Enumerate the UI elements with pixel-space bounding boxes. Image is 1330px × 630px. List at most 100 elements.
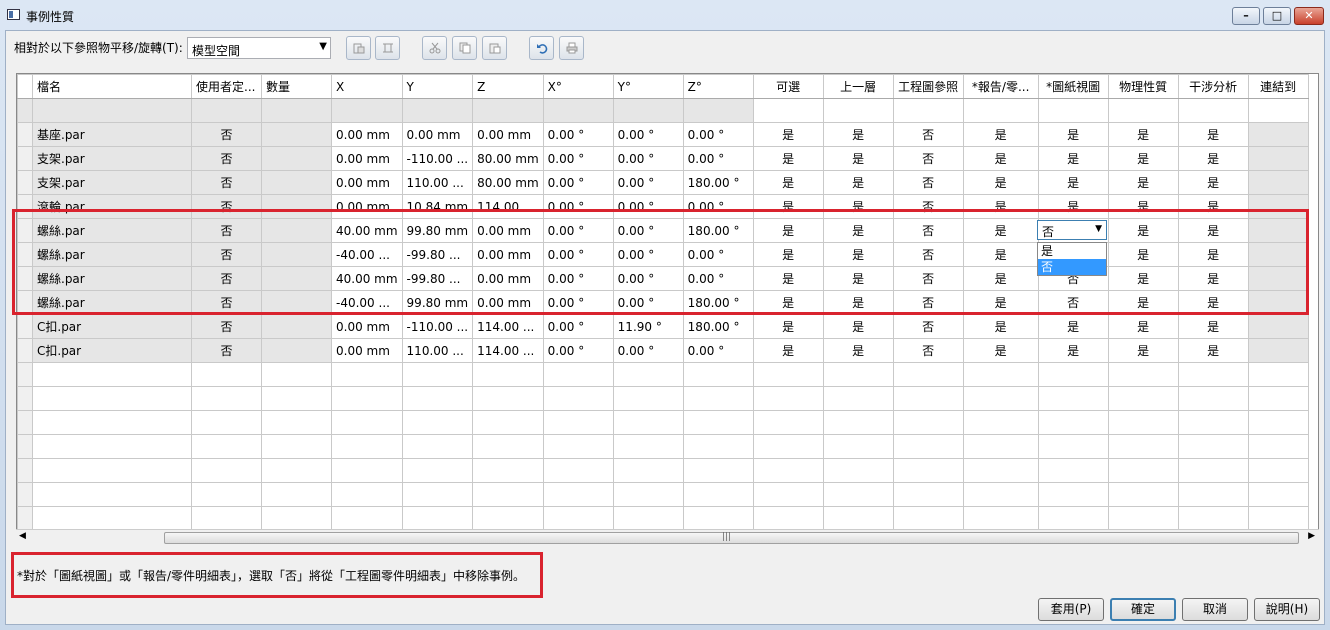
help-button[interactable]: 說明(H) bbox=[1254, 598, 1320, 621]
table-cell[interactable]: 0.00 ° bbox=[542, 146, 614, 171]
table-cell[interactable]: 是 bbox=[962, 314, 1039, 339]
table-cell[interactable]: 是 bbox=[1107, 146, 1179, 171]
paste-button[interactable] bbox=[482, 36, 507, 60]
table-cell[interactable]: 0.00 ° bbox=[682, 122, 754, 147]
paste-special-button[interactable] bbox=[346, 36, 371, 60]
table-cell[interactable]: 是 bbox=[822, 170, 894, 195]
table-cell[interactable]: 是 bbox=[1037, 314, 1109, 339]
table-cell[interactable]: 是 bbox=[822, 338, 894, 363]
table-cell[interactable]: 110.00 ... bbox=[401, 338, 474, 363]
column-header[interactable]: 使用者定... bbox=[191, 74, 262, 99]
ok-button[interactable]: 確定 bbox=[1110, 598, 1176, 621]
table-cell[interactable]: 是 bbox=[1107, 338, 1179, 363]
table-cell[interactable]: 是 bbox=[752, 146, 824, 171]
table-cell[interactable]: 0.00 ° bbox=[682, 338, 754, 363]
filter-cell[interactable] bbox=[32, 98, 192, 123]
filter-cell[interactable] bbox=[892, 98, 964, 123]
table-cell[interactable]: 0.00 mm bbox=[331, 314, 403, 339]
print-button[interactable] bbox=[559, 36, 584, 60]
column-header[interactable]: 物理性質 bbox=[1107, 74, 1179, 99]
filter-cell[interactable] bbox=[612, 98, 684, 123]
row-header[interactable] bbox=[17, 338, 33, 363]
column-header[interactable]: *報告/零... bbox=[962, 74, 1039, 99]
table-row[interactable]: C扣.par 否 0.00 mm 110.00 ... 114.00 ... 0.00 °… bbox=[17, 338, 1309, 363]
table-cell[interactable] bbox=[261, 338, 332, 363]
row-header[interactable] bbox=[17, 170, 33, 195]
table-cell[interactable]: 是 bbox=[1177, 122, 1249, 147]
column-header[interactable]: 上一層 bbox=[822, 74, 894, 99]
table-cell[interactable] bbox=[1247, 314, 1309, 339]
table-cell[interactable] bbox=[1247, 146, 1309, 171]
filter-cell[interactable] bbox=[1247, 98, 1309, 123]
column-header[interactable]: Z° bbox=[682, 74, 754, 99]
filter-cell[interactable] bbox=[822, 98, 894, 123]
table-cell[interactable]: 是 bbox=[1037, 338, 1109, 363]
table-cell[interactable] bbox=[1247, 338, 1309, 363]
filter-cell[interactable] bbox=[472, 98, 544, 123]
column-header[interactable]: 數量 bbox=[261, 74, 332, 99]
table-cell[interactable]: 0.00 ° bbox=[542, 122, 614, 147]
table-cell[interactable] bbox=[261, 170, 332, 195]
table-row[interactable]: 支架.par 否 0.00 mm 110.00 ... 80.00 mm 0.00 ° 0.… bbox=[17, 170, 1309, 195]
table-cell[interactable]: 是 bbox=[822, 146, 894, 171]
reference-combo[interactable]: 模型空間 ▼ bbox=[187, 37, 331, 59]
table-cell[interactable]: 是 bbox=[1177, 338, 1249, 363]
table-cell[interactable]: 是 bbox=[962, 338, 1039, 363]
table-cell[interactable]: 否 bbox=[191, 170, 262, 195]
scroll-left-icon[interactable]: ◀ bbox=[19, 531, 26, 541]
table-row[interactable]: 支架.par 否 0.00 mm -110.00 ... 80.00 mm 0.00 ° 0… bbox=[17, 146, 1309, 171]
column-header[interactable]: Y bbox=[401, 74, 474, 99]
column-header[interactable]: Z bbox=[472, 74, 544, 99]
table-cell[interactable] bbox=[261, 146, 332, 171]
table-cell[interactable]: -110.00 ... bbox=[401, 314, 474, 339]
column-header[interactable]: 檔名 bbox=[32, 74, 192, 99]
scrollbar-thumb[interactable]: ||| bbox=[164, 532, 1299, 544]
table-cell[interactable]: 否 bbox=[892, 314, 964, 339]
table-cell[interactable]: 0.00 mm bbox=[331, 170, 403, 195]
table-cell[interactable]: 是 bbox=[1107, 170, 1179, 195]
table-cell[interactable]: 是 bbox=[752, 314, 824, 339]
copy-button[interactable] bbox=[452, 36, 477, 60]
filter-cell[interactable] bbox=[401, 98, 474, 123]
cancel-button[interactable]: 取消 bbox=[1182, 598, 1248, 621]
table-cell[interactable]: 否 bbox=[892, 170, 964, 195]
table-cell[interactable]: 否 bbox=[191, 338, 262, 363]
table-cell[interactable]: 是 bbox=[822, 314, 894, 339]
table-cell[interactable]: 是 bbox=[1037, 122, 1109, 147]
table-cell[interactable]: 114.00 ... bbox=[472, 314, 544, 339]
table-cell[interactable]: 否 bbox=[892, 338, 964, 363]
table-cell[interactable]: 0.00 mm bbox=[331, 122, 403, 147]
table-cell[interactable]: C扣.par bbox=[32, 314, 192, 339]
table-cell[interactable]: 是 bbox=[1177, 170, 1249, 195]
filter-cell[interactable] bbox=[331, 98, 403, 123]
filter-cell[interactable] bbox=[682, 98, 754, 123]
table-cell[interactable]: C扣.par bbox=[32, 338, 192, 363]
filter-cell[interactable] bbox=[1177, 98, 1249, 123]
table-cell[interactable]: 是 bbox=[962, 170, 1039, 195]
row-header[interactable] bbox=[17, 146, 33, 171]
table-cell[interactable]: 是 bbox=[1107, 314, 1179, 339]
table-row[interactable]: 基座.par 否 0.00 mm 0.00 mm 0.00 mm 0.00 ° 0.00 °… bbox=[17, 122, 1309, 147]
table-cell[interactable]: 80.00 mm bbox=[472, 146, 544, 171]
table-cell[interactable]: 是 bbox=[752, 170, 824, 195]
table-cell[interactable]: 支架.par bbox=[32, 170, 192, 195]
close-button[interactable]: ✕ bbox=[1294, 7, 1324, 25]
table-cell[interactable]: 0.00 mm bbox=[331, 338, 403, 363]
filter-cell[interactable] bbox=[752, 98, 824, 123]
measure-button[interactable] bbox=[375, 36, 400, 60]
table-cell[interactable] bbox=[1247, 170, 1309, 195]
table-cell[interactable]: 否 bbox=[892, 122, 964, 147]
table-cell[interactable]: 114.00 ... bbox=[472, 338, 544, 363]
table-cell[interactable]: 否 bbox=[191, 146, 262, 171]
table-cell[interactable]: 11.90 ° bbox=[612, 314, 684, 339]
column-header[interactable]: *圖紙視圖 bbox=[1037, 74, 1109, 99]
filter-cell[interactable] bbox=[542, 98, 614, 123]
table-cell[interactable]: 180.00 ° bbox=[682, 314, 754, 339]
table-cell[interactable]: 是 bbox=[1037, 146, 1109, 171]
undo-button[interactable] bbox=[529, 36, 554, 60]
table-cell[interactable]: 0.00 ° bbox=[612, 170, 684, 195]
table-cell[interactable]: 否 bbox=[191, 122, 262, 147]
table-cell[interactable]: 180.00 ° bbox=[682, 170, 754, 195]
scroll-right-icon[interactable]: ▶ bbox=[1308, 531, 1315, 541]
filter-cell[interactable] bbox=[261, 98, 332, 123]
